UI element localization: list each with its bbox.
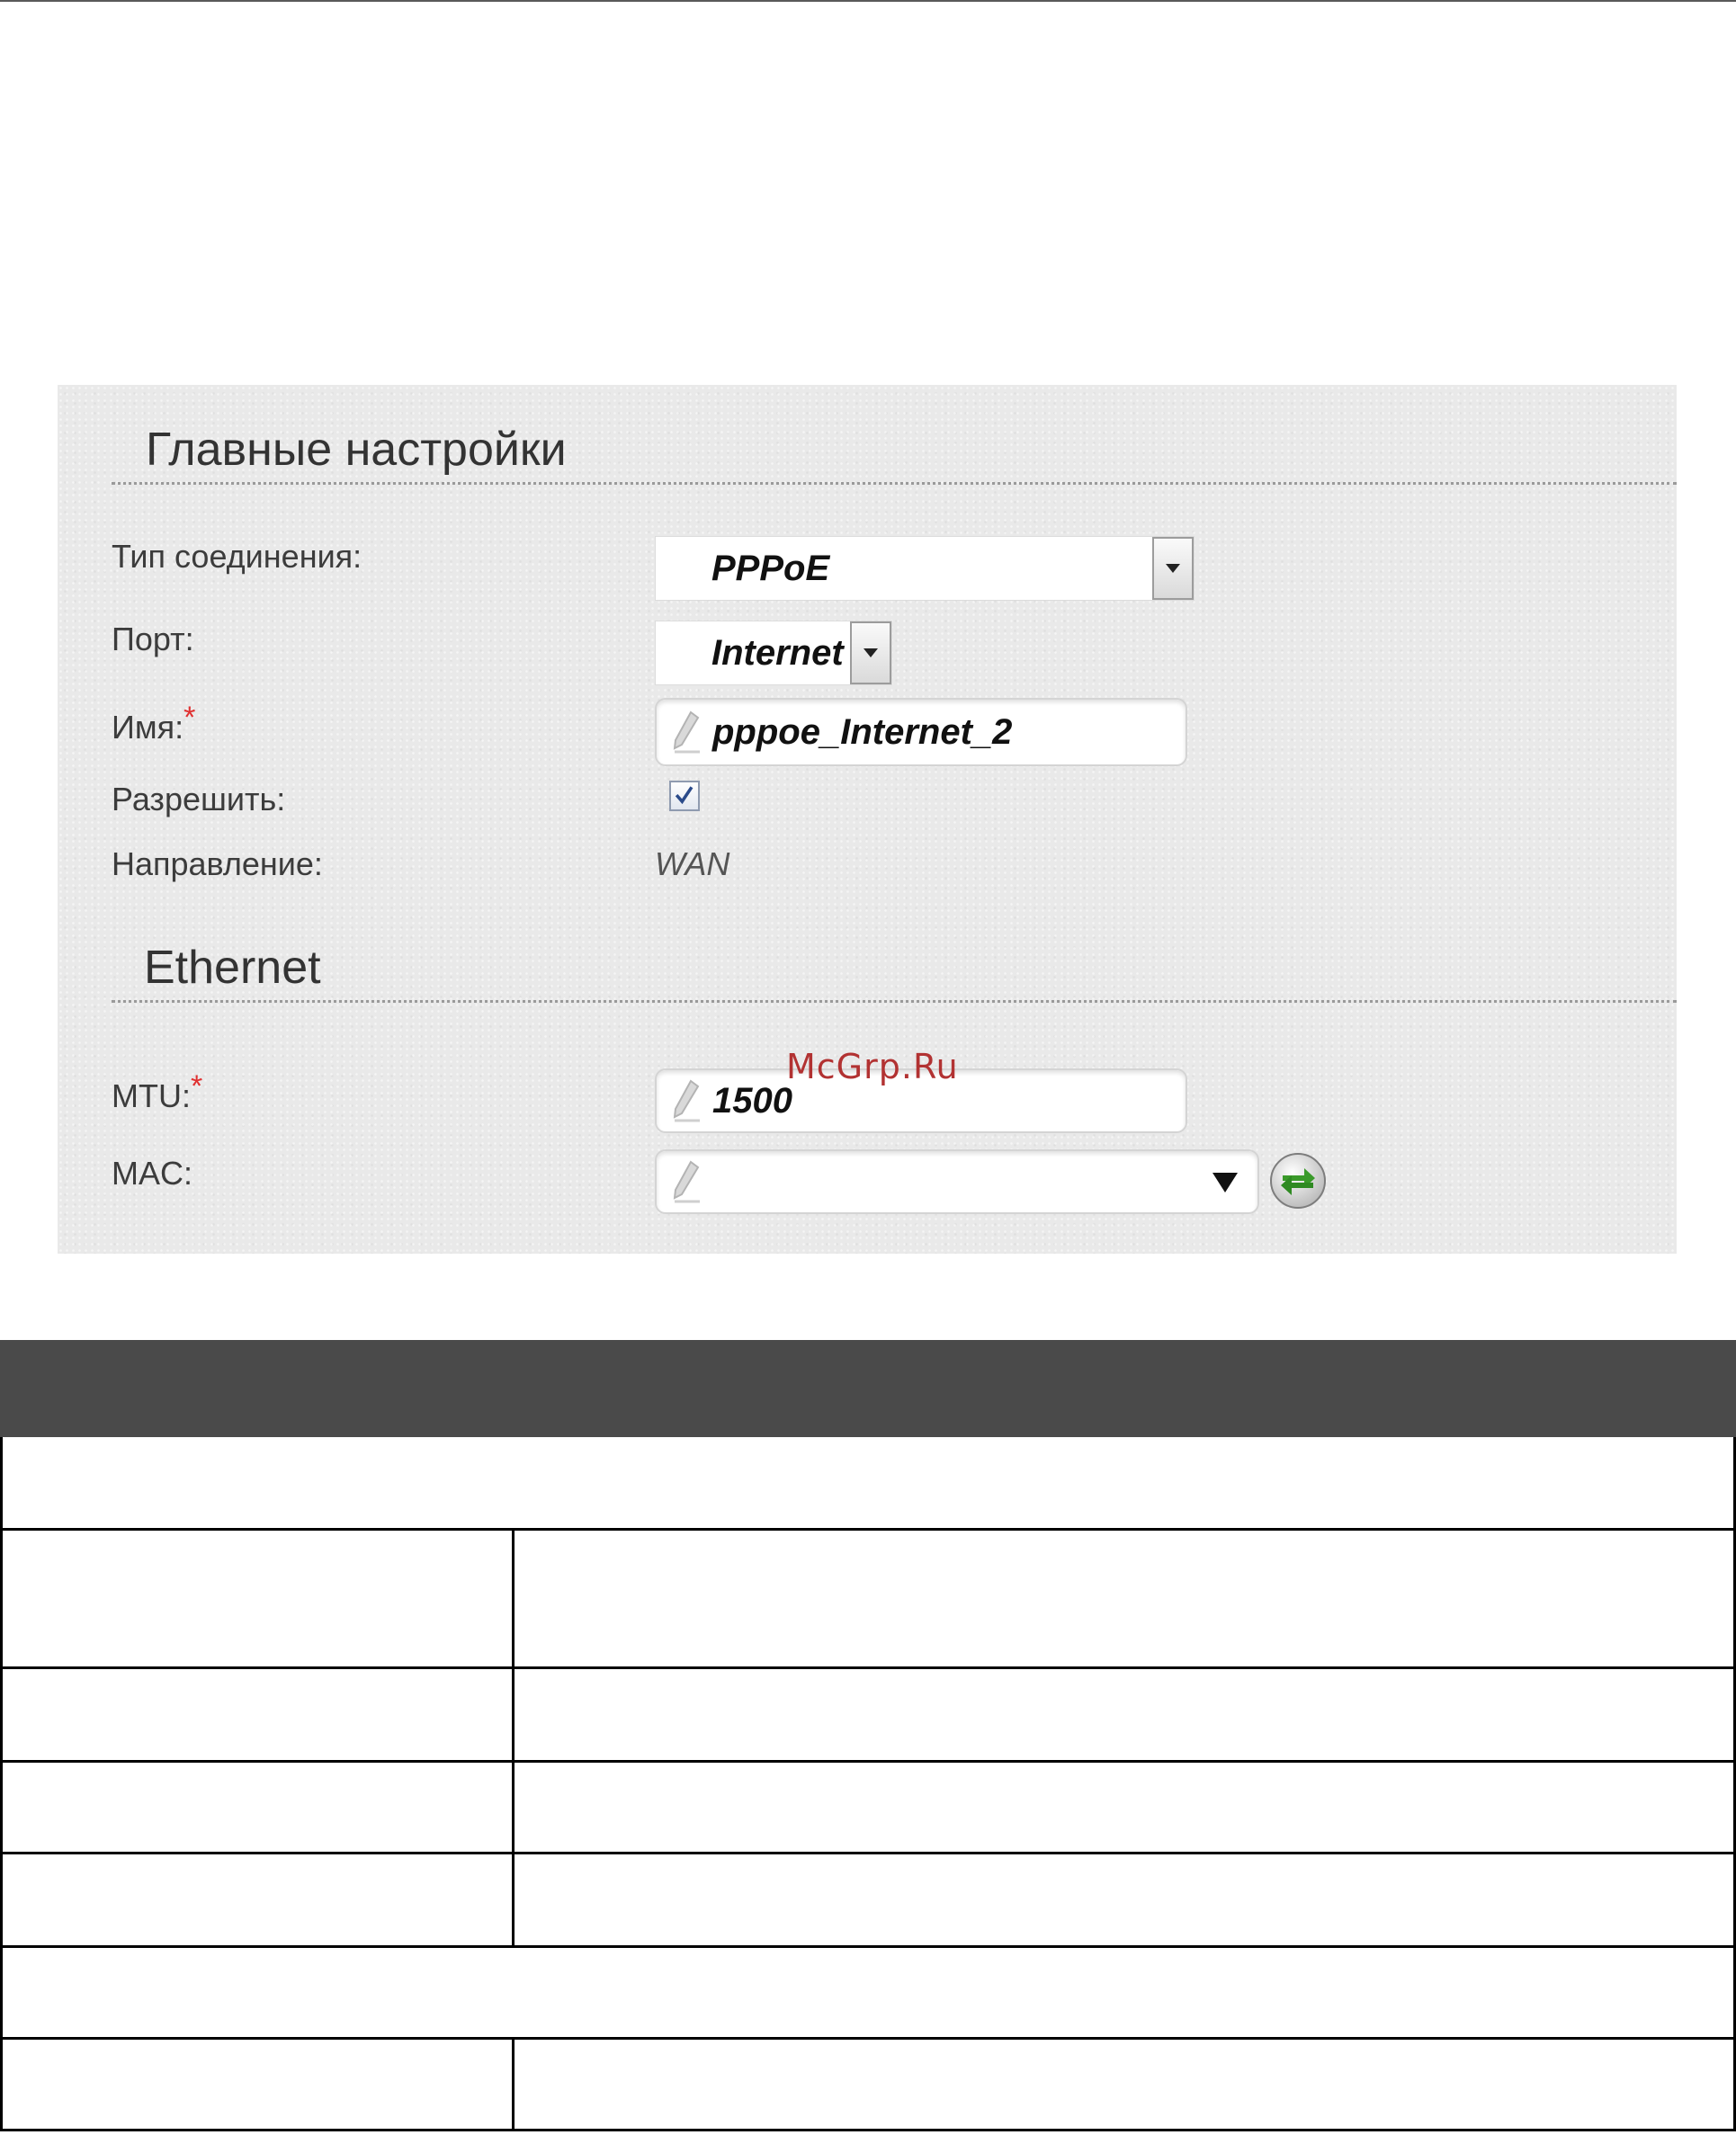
table-row <box>0 2040 1736 2131</box>
mtu-label-text: MTU: <box>112 1077 191 1114</box>
pencil-icon <box>673 1079 700 1122</box>
name-label: Имя:* <box>112 701 195 746</box>
table-row <box>0 1763 1736 1854</box>
table-column-divider <box>512 1669 515 1760</box>
mtu-value: 1500 <box>712 1080 792 1121</box>
port-select[interactable]: Internet <box>655 621 892 685</box>
main-settings-title: Главные настройки <box>146 424 567 476</box>
table-column-divider <box>512 1531 515 1666</box>
port-label: Порт: <box>112 621 194 657</box>
table-header <box>0 1340 1736 1437</box>
direction-label: Направление: <box>112 845 323 882</box>
required-mark: * <box>183 701 196 735</box>
refresh-arrows-icon[interactable] <box>1268 1151 1328 1210</box>
enable-checkbox[interactable] <box>669 781 700 811</box>
table-row <box>0 1854 1736 1948</box>
settings-panel: Главные настройки Тип соединения: PPPoE … <box>58 385 1677 1254</box>
connection-type-value: PPPoE <box>711 548 830 588</box>
ethernet-divider <box>112 1000 1677 1003</box>
required-mark: * <box>190 1069 203 1103</box>
dropdown-arrow-icon <box>864 648 878 657</box>
mtu-label: MTU:* <box>112 1069 202 1115</box>
ethernet-title: Ethernet <box>144 942 321 994</box>
name-value: pppoe_Internet_2 <box>712 711 1013 752</box>
table-row <box>0 1531 1736 1669</box>
watermark: McGrp.Ru <box>786 1047 959 1086</box>
dropdown-arrow-icon <box>1166 564 1180 573</box>
checkbox-checked-icon <box>675 786 694 805</box>
name-label-text: Имя: <box>112 709 184 746</box>
title-divider <box>112 482 1677 485</box>
table-column-divider <box>512 1854 515 1945</box>
top-rule <box>0 0 1736 2</box>
connection-type-dropdown-button[interactable] <box>1152 537 1194 600</box>
pencil-icon <box>673 710 700 754</box>
port-dropdown-button[interactable] <box>850 621 891 684</box>
table-row <box>0 1948 1736 2040</box>
mac-combobox[interactable] <box>655 1149 1259 1214</box>
table-column-divider <box>512 1763 515 1852</box>
enable-label: Разрешить: <box>112 781 286 817</box>
table-row <box>0 1437 1736 1531</box>
direction-value: WAN <box>655 845 730 882</box>
connection-type-label: Тип соединения: <box>112 538 362 575</box>
pencil-icon <box>673 1160 700 1203</box>
port-value: Internet <box>711 632 844 673</box>
table-row <box>0 1669 1736 1763</box>
dropdown-arrow-icon[interactable] <box>1213 1173 1238 1193</box>
name-input[interactable]: pppoe_Internet_2 <box>655 698 1187 766</box>
table-column-divider <box>512 2040 515 2129</box>
connection-type-select[interactable]: PPPoE <box>655 536 1195 601</box>
mac-label: MAC: <box>112 1155 192 1192</box>
